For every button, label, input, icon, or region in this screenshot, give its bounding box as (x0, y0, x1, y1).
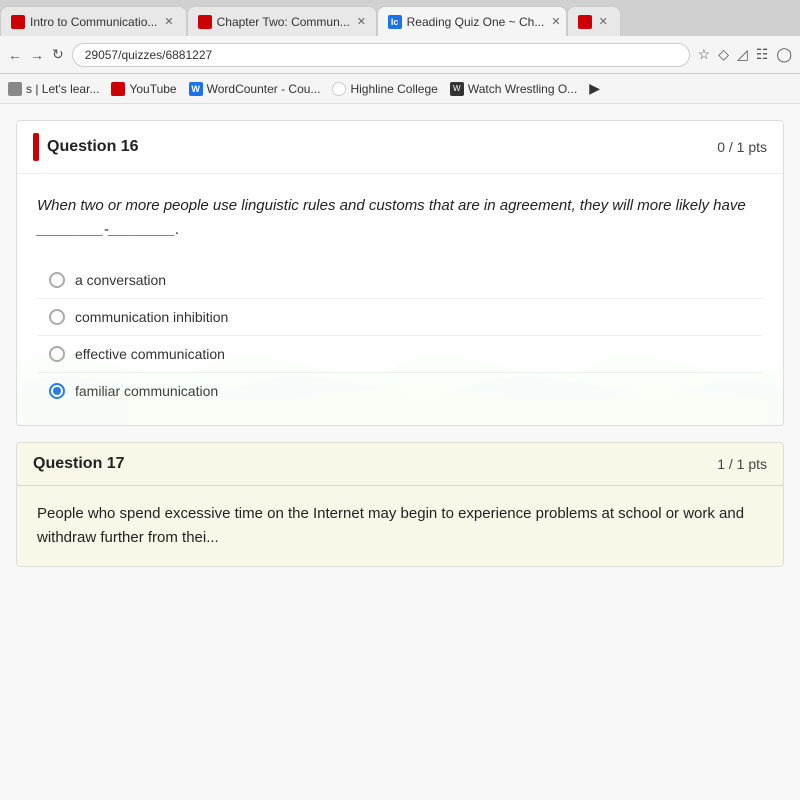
profile-icon[interactable]: ◯ (776, 46, 792, 63)
radio-16-2[interactable] (49, 309, 65, 325)
browser-chrome: Intro to Communicatio... ✕ Chapter Two: … (0, 0, 800, 104)
option-16-1[interactable]: a conversation (37, 262, 763, 299)
tab-icon-4 (578, 15, 592, 29)
back-icon[interactable]: ← (8, 47, 22, 63)
bookmark-lets-learn[interactable]: s | Let's lear... (8, 82, 99, 96)
bookmark-wordcounter[interactable]: W WordCounter - Cou... (189, 82, 321, 96)
address-bar-row: ← → ↻ 29057/quizzes/6881227 ☆ ◇ ◿ ☷ ◯ (0, 36, 800, 74)
radio-16-4[interactable] (49, 383, 65, 399)
option-16-3-label: effective communication (75, 346, 225, 362)
radio-16-4-fill (53, 387, 61, 395)
option-16-4[interactable]: familiar communication (37, 373, 763, 409)
question-16-points: 0 / 1 pts (717, 139, 767, 155)
bookmark-icon-1 (8, 82, 22, 96)
bookmark-icon-3: W (189, 82, 203, 96)
option-16-2-label: communication inhibition (75, 309, 228, 325)
bookmark-label-2: YouTube (129, 82, 176, 96)
bookmark-wrestling[interactable]: W Watch Wrestling O... (450, 82, 577, 96)
tab-extra[interactable]: ✕ (567, 6, 621, 36)
question-17-block: Question 17 1 / 1 pts People who spend e… (16, 442, 784, 567)
question-16-title: Question 16 (47, 138, 139, 156)
tab-close-4[interactable]: ✕ (597, 15, 610, 28)
diamond-icon[interactable]: ◇ (718, 46, 729, 63)
tab-quiz[interactable]: Ic Reading Quiz One ~ Ch... ✕ (377, 6, 567, 36)
tab-icon-1 (11, 15, 25, 29)
bookmark-more[interactable]: ▶ (589, 80, 600, 97)
bookmark-youtube[interactable]: YouTube (111, 82, 176, 96)
bookmark-icon-4 (332, 82, 346, 96)
question-16-body-wrapper: When two or more people use linguistic r… (17, 174, 783, 425)
question-16-body: When two or more people use linguistic r… (17, 174, 783, 425)
question-16-header: Question 16 0 / 1 pts (17, 121, 783, 174)
nav-controls: ← → ↻ (8, 46, 64, 63)
tab-close-3[interactable]: ✕ (549, 15, 562, 28)
option-16-3[interactable]: effective communication (37, 336, 763, 373)
question-17-points: 1 / 1 pts (717, 456, 767, 472)
tab-close-2[interactable]: ✕ (355, 15, 368, 28)
star-icon[interactable]: ☆ (698, 46, 711, 63)
question-16-options: a conversation communication inhibition … (37, 262, 763, 409)
bookmark-label-4: Highline College (350, 82, 437, 96)
question-16-header-left: Question 16 (33, 133, 139, 161)
bookmark-icon-2 (111, 82, 125, 96)
option-16-4-label: familiar communication (75, 383, 218, 399)
tab-label-1: Intro to Communicatio... (30, 15, 157, 29)
question-17-title: Question 17 (33, 455, 125, 473)
question-16-indicator (33, 133, 39, 161)
question-17-text: People who spend excessive time on the I… (37, 502, 763, 550)
browser-actions: ☆ ◇ ◿ ☷ ◯ (698, 46, 792, 63)
tab-close-1[interactable]: ✕ (162, 15, 175, 28)
bookmark-icon-5: W (450, 82, 464, 96)
bookmark-more-icon: ▶ (589, 80, 600, 97)
bookmark-highline[interactable]: Highline College (332, 82, 437, 96)
option-16-2[interactable]: communication inhibition (37, 299, 763, 336)
bookmarks-bar: s | Let's lear... YouTube W WordCounter … (0, 74, 800, 104)
tab-bar: Intro to Communicatio... ✕ Chapter Two: … (0, 0, 800, 36)
radio-16-3[interactable] (49, 346, 65, 362)
tab-intro[interactable]: Intro to Communicatio... ✕ (0, 6, 187, 36)
question-17-header: Question 17 1 / 1 pts (17, 443, 783, 486)
question-17-body: People who spend excessive time on the I… (17, 486, 783, 566)
tab-label-2: Chapter Two: Commun... (217, 15, 350, 29)
address-bar[interactable]: 29057/quizzes/6881227 (72, 43, 690, 67)
shield-icon[interactable]: ◿ (737, 46, 748, 63)
tab-icon-2 (198, 15, 212, 29)
grid-icon[interactable]: ☷ (756, 46, 769, 63)
refresh-icon[interactable]: ↻ (52, 46, 64, 63)
option-16-1-label: a conversation (75, 272, 166, 288)
bookmark-label-1: s | Let's lear... (26, 82, 99, 96)
page-content: Question 16 0 / 1 pts When two or more p… (0, 104, 800, 800)
forward-icon[interactable]: → (30, 47, 44, 63)
tab-icon-3: Ic (388, 15, 402, 29)
tab-label-3: Reading Quiz One ~ Ch... (407, 15, 545, 29)
question-16-block: Question 16 0 / 1 pts When two or more p… (16, 120, 784, 426)
question-16-text: When two or more people use linguistic r… (37, 194, 763, 242)
tab-chapter[interactable]: Chapter Two: Commun... ✕ (187, 6, 377, 36)
radio-16-1[interactable] (49, 272, 65, 288)
bookmark-label-5: Watch Wrestling O... (468, 82, 577, 96)
bookmark-label-3: WordCounter - Cou... (207, 82, 321, 96)
address-text: 29057/quizzes/6881227 (85, 48, 212, 62)
